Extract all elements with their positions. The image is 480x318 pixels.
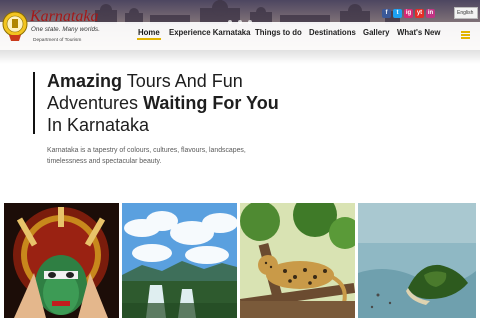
hero-description: Karnataka is a tapestry of colours, cult… <box>47 147 246 165</box>
linkedin-icon[interactable]: in <box>426 9 435 18</box>
karnataka-emblem-logo[interactable] <box>2 8 30 46</box>
nav-item-experience-karnataka[interactable]: Experience Karnataka <box>169 28 250 37</box>
brand-name[interactable]: Karnataka <box>30 9 98 25</box>
hero-accent-bar <box>33 72 35 134</box>
department-label: Department of Tourism <box>33 38 82 43</box>
instagram-icon[interactable]: ig <box>404 9 413 18</box>
hamburger-menu-icon[interactable] <box>461 31 470 39</box>
island-aerial-image[interactable] <box>358 203 476 318</box>
hero-heading-line-3: In Karnataka <box>47 115 150 135</box>
twitter-icon[interactable]: t <box>393 9 402 18</box>
facebook-icon[interactable]: f <box>382 9 391 18</box>
nav-item-things-to-do[interactable]: Things to do <box>255 28 302 37</box>
leopard-image[interactable] <box>240 203 355 318</box>
header-shadow <box>0 50 480 64</box>
brand-tagline: One state. Many worlds. <box>31 26 101 33</box>
hero-heading-line-1: Amazing Tours And Fun <box>47 71 243 91</box>
kathakali-dancer-image[interactable] <box>4 203 119 318</box>
hero-heading-line-2: Adventures Waiting For You <box>47 93 279 113</box>
site-header: f t ig yt in English Karnataka One state… <box>0 0 480 50</box>
nav-item-home[interactable]: Home <box>137 28 161 40</box>
nav-item-whats-new[interactable]: What's New <box>397 28 440 37</box>
youtube-icon[interactable]: yt <box>415 9 424 18</box>
language-select[interactable]: English <box>454 7 478 19</box>
nav-item-gallery[interactable]: Gallery <box>363 28 389 37</box>
nav-item-destinations[interactable]: Destinations <box>309 28 356 37</box>
waterfall-image[interactable] <box>122 203 237 318</box>
